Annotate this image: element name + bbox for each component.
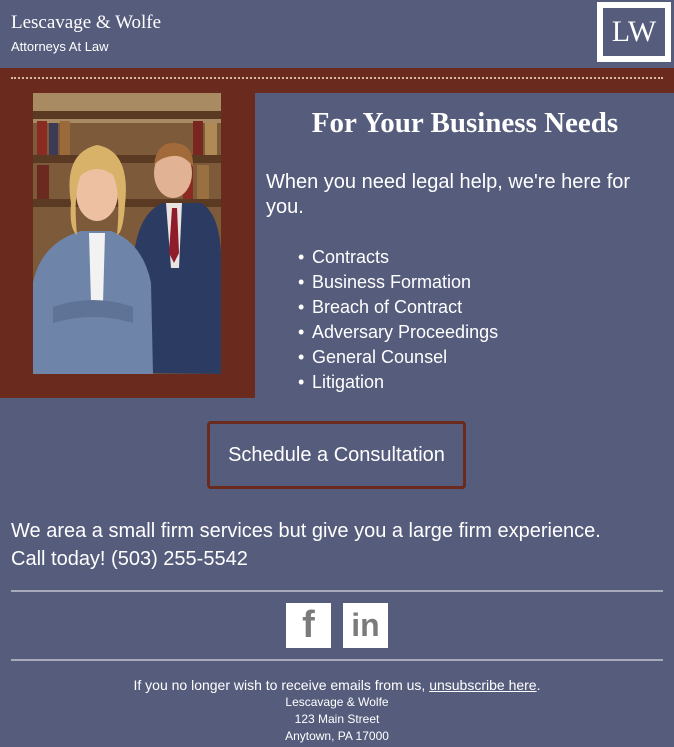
address-street: 123 Main Street <box>294 712 380 726</box>
unsubscribe-suffix: . <box>536 677 541 693</box>
service-item: Business Formation <box>296 270 498 295</box>
schedule-consultation-button[interactable]: Schedule a Consultation <box>207 421 466 489</box>
facebook-icon[interactable]: f <box>286 603 331 648</box>
attorneys-photo <box>33 93 221 374</box>
services-list: Contracts Business Formation Breach of C… <box>296 245 498 395</box>
email-footer: If you no longer wish to receive emails … <box>0 676 674 745</box>
service-item: Litigation <box>296 370 498 395</box>
unsubscribe-link[interactable]: unsubscribe here <box>429 677 536 693</box>
service-item: Contracts <box>296 245 498 270</box>
service-item: Breach of Contract <box>296 295 498 320</box>
service-item: General Counsel <box>296 345 498 370</box>
pitch-line-2: Call today! (503) 255-5542 <box>11 548 248 570</box>
photo-frame <box>0 93 255 398</box>
header-band <box>0 68 674 93</box>
firm-tagline: Attorneys At Law <box>11 39 109 54</box>
address-city: Anytown, PA 17000 <box>285 729 389 743</box>
linkedin-glyph: in <box>351 607 380 643</box>
unsubscribe-prefix: If you no longer wish to receive emails … <box>133 677 430 693</box>
service-item: Adversary Proceedings <box>296 320 498 345</box>
pitch-line-1: We area a small firm services but give y… <box>11 520 601 542</box>
logo-monogram: LW <box>601 6 667 58</box>
firm-logo[interactable]: LW <box>597 2 671 62</box>
address-name: Lescavage & Wolfe <box>285 695 389 709</box>
attorneys-photo-illustration <box>33 93 221 374</box>
firm-name: Lescavage & Wolfe <box>11 12 162 33</box>
linkedin-icon[interactable]: in <box>343 603 388 648</box>
unsubscribe-line: If you no longer wish to receive emails … <box>0 676 674 694</box>
email-header: Lescavage & Wolfe Attorneys At Law LW <box>0 0 674 68</box>
facebook-glyph: f <box>302 604 315 646</box>
hero-headline: For Your Business Needs <box>311 107 619 139</box>
dotted-divider <box>11 77 663 79</box>
hero-intro: When you need legal help, we're here for… <box>266 171 631 218</box>
divider-top <box>11 590 663 592</box>
divider-bottom <box>11 659 663 661</box>
firm-pitch: We area a small firm services but give y… <box>11 517 663 573</box>
